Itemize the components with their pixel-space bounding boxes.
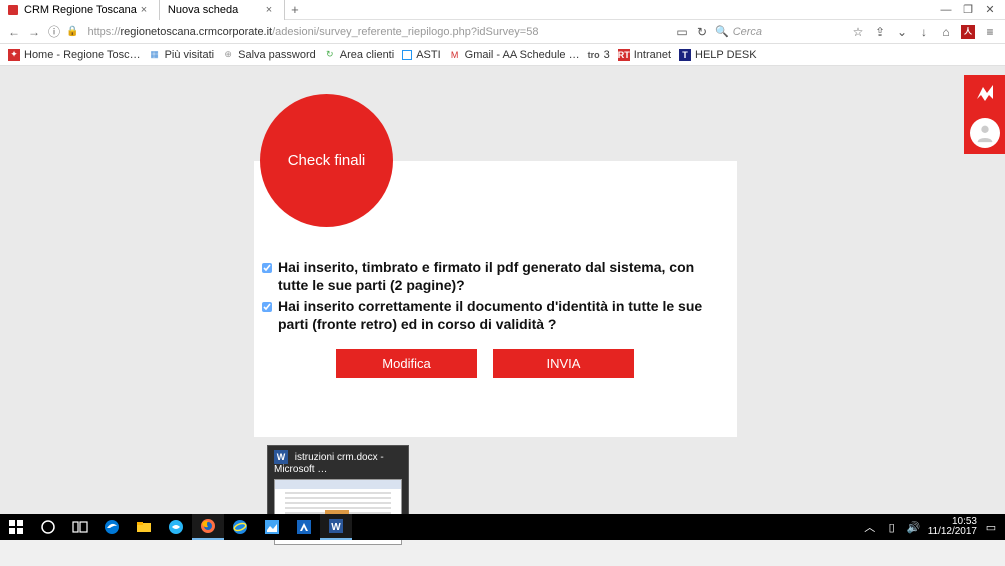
tab-favicon (8, 5, 18, 15)
downloads-icon[interactable]: ↓ (915, 24, 933, 40)
rt-icon: RT (618, 49, 630, 61)
tray-network-icon[interactable]: ▯ (884, 521, 900, 534)
bookmark-save-password[interactable]: ⊕ Salva password (222, 49, 316, 61)
tray-chevron-icon[interactable]: ︿ (862, 519, 878, 535)
bookmarks-bar: ✦ Home - Regione Tosc… ▦ Più visitati ⊕ … (0, 44, 1005, 66)
system-tray: ︿ ▯ 🔊 10:53 11/12/2017 ▭ (862, 517, 1005, 537)
check1-label: Hai inserito, timbrato e firmato il pdf … (278, 259, 712, 294)
pocket-icon[interactable]: ⌄ (893, 24, 911, 40)
back-button[interactable]: ← (6, 24, 22, 40)
forward-button[interactable]: → (26, 24, 42, 40)
clock-date: 11/12/2017 (928, 527, 977, 537)
avatar-icon (970, 118, 1000, 148)
tab-new[interactable]: Nuova scheda × (160, 0, 285, 20)
new-tab-button[interactable]: + (285, 2, 305, 17)
taskbar: W ︿ ▯ 🔊 10:53 11/12/2017 ▭ (0, 514, 1005, 540)
check-item-2: Hai inserito correttamente il documento … (280, 298, 712, 333)
ie-alt-icon[interactable] (160, 514, 192, 540)
cortana-icon[interactable] (32, 514, 64, 540)
tab-title: Nuova scheda (168, 4, 238, 16)
refresh-icon: ↻ (324, 49, 336, 61)
lock-icon: 🔒 (66, 26, 78, 37)
ie-icon[interactable] (224, 514, 256, 540)
bookmark-star-icon[interactable]: ☆ (849, 24, 867, 40)
reload-icon[interactable]: ↻ (693, 24, 711, 40)
search-icon: 🔍 (715, 25, 729, 38)
check2-checkbox[interactable] (262, 302, 272, 312)
grid-icon: ▦ (149, 49, 161, 61)
window-restore-button[interactable]: ❐ (957, 3, 979, 16)
bookmark-gmail[interactable]: M Gmail - AA Schedule … (449, 49, 580, 61)
info-icon[interactable]: ⓘ (46, 24, 62, 40)
pegasus-icon (973, 81, 997, 111)
bookmark-asti[interactable]: ASTI (402, 49, 440, 61)
tab-title: CRM Regione Toscana (24, 4, 137, 16)
start-button[interactable] (0, 514, 32, 540)
tab-close-icon[interactable]: × (137, 4, 151, 16)
check2-label: Hai inserito correttamente il documento … (278, 298, 712, 333)
send-button[interactable]: INVIA (493, 349, 634, 378)
file-explorer-icon[interactable] (128, 514, 160, 540)
tab-close-icon[interactable]: × (262, 4, 276, 16)
word-taskbar-icon[interactable]: W (320, 514, 352, 540)
modify-button[interactable]: Modifica (336, 349, 477, 378)
firefox-icon[interactable] (192, 514, 224, 540)
bookmark-most-visited[interactable]: ▦ Più visitati (149, 49, 215, 61)
t-icon: T (679, 49, 691, 61)
misc-app-icon[interactable] (256, 514, 288, 540)
home-icon[interactable]: ⌂ (937, 24, 955, 40)
menu-icon[interactable]: ≡ (981, 24, 999, 40)
window-close-button[interactable]: ✕ (979, 3, 1001, 16)
action-center-icon[interactable]: ▭ (983, 521, 999, 534)
title-circle: Check finali (260, 94, 393, 227)
bookmark-helpdesk[interactable]: T HELP DESK (679, 49, 757, 61)
tre-icon: tro (588, 49, 600, 61)
region-badge[interactable] (964, 75, 1005, 154)
reader-mode-icon[interactable]: ▭ (673, 24, 691, 40)
share-icon[interactable]: ⇪ (871, 24, 889, 40)
bookmark-tre[interactable]: tro 3 (588, 49, 610, 61)
search-box[interactable]: 🔍 Cerca (715, 25, 845, 38)
checklist: Hai inserito, timbrato e firmato il pdf … (280, 259, 712, 337)
url-bar: ← → ⓘ 🔒 https://regionetoscana.crmcorpor… (0, 20, 1005, 44)
mail-icon: M (449, 49, 461, 61)
circle-title: Check finali (288, 152, 366, 169)
task-preview-title: istruzioni crm.docx - Microsoft … (274, 452, 384, 475)
bookmark-icon: ✦ (8, 49, 20, 61)
check-item-1: Hai inserito, timbrato e firmato il pdf … (280, 259, 712, 294)
url-input[interactable]: https://regionetoscana.crmcorporate.it/a… (82, 22, 669, 42)
svg-text:W: W (331, 522, 341, 533)
window-minimize-button[interactable]: — (935, 4, 957, 16)
url-text: https://regionetoscana.crmcorporate.it/a… (87, 26, 538, 38)
bookmark-intranet[interactable]: RT Intranet (618, 49, 671, 61)
bookmark-area-clienti[interactable]: ↻ Area clienti (324, 49, 394, 61)
pdf-icon[interactable]: 人 (959, 24, 977, 40)
check1-checkbox[interactable] (262, 263, 272, 273)
square-icon (402, 50, 412, 60)
task-view-icon[interactable] (64, 514, 96, 540)
edge-icon[interactable] (96, 514, 128, 540)
task-preview-header: W istruzioni crm.docx - Microsoft … (274, 450, 402, 475)
tray-volume-icon[interactable]: 🔊 (906, 521, 922, 534)
clock[interactable]: 10:53 11/12/2017 (928, 517, 977, 537)
bookmark-home[interactable]: ✦ Home - Regione Tosc… (8, 49, 141, 61)
page-content: Check finali Hai inserito, timbrato e fi… (0, 66, 1005, 540)
search-placeholder: Cerca (733, 26, 762, 38)
browser-title-bar: CRM Regione Toscana × Nuova scheda × + —… (0, 0, 1005, 20)
action-buttons: Modifica INVIA (336, 349, 634, 378)
word-icon: W (274, 450, 288, 464)
globe-icon: ⊕ (222, 49, 234, 61)
tab-crm[interactable]: CRM Regione Toscana × (0, 0, 160, 20)
adobe-icon[interactable] (288, 514, 320, 540)
